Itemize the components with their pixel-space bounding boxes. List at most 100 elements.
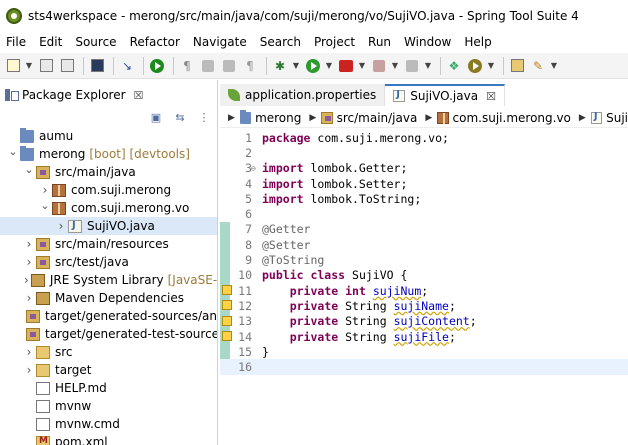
code-editor[interactable]: 1 package com.suji.merong.vo; 2 3 ⊖ import lo… [220, 130, 628, 375]
tree-item[interactable]: › JRE System Library[JavaSE-1. [0, 271, 217, 289]
tree-item[interactable]: aumu [0, 127, 217, 145]
warning-icon[interactable] [222, 330, 232, 341]
menu-source[interactable]: Source [69, 35, 123, 49]
open-type-icon[interactable] [508, 57, 526, 75]
code-line[interactable]: 15} [220, 344, 628, 360]
tree-item[interactable]: › target [0, 361, 217, 379]
new-icon[interactable] [4, 57, 22, 75]
toggle-whitespace-icon[interactable] [220, 57, 238, 75]
code-line[interactable]: 6 [220, 206, 628, 221]
tab-sujivo-java[interactable]: SujiVO.java ☒ [385, 84, 505, 106]
chevron-right-icon[interactable]: › [24, 273, 29, 287]
save-all-icon[interactable] [58, 57, 76, 75]
tree-item[interactable]: › com.suji.merong [0, 181, 217, 199]
tree-item[interactable]: › SujiVO.java [0, 217, 217, 235]
run-dropdown-icon[interactable]: ▼ [325, 57, 333, 75]
code-line[interactable]: 2 [220, 145, 628, 160]
tree-item[interactable]: target/generated-test-sources [0, 325, 217, 343]
chevron-right-icon[interactable]: › [24, 291, 34, 305]
terminal-icon[interactable] [88, 57, 106, 75]
code-line[interactable]: 14 private String sujiFile; [220, 328, 628, 345]
chevron-down-icon[interactable]: ⌄ [40, 199, 50, 212]
save-icon[interactable] [37, 57, 55, 75]
link-with-editor-icon[interactable]: ⇆ [172, 110, 188, 124]
code-line[interactable]: 10 public class SujiVO { [220, 267, 628, 283]
menu-run[interactable]: Run [362, 35, 398, 49]
search-dropdown-icon[interactable]: ▼ [550, 57, 558, 75]
menu-refactor[interactable]: Refactor [124, 35, 187, 49]
search-icon[interactable]: ✎ [529, 57, 547, 75]
code-line[interactable]: 12 private String sujiName; [220, 298, 628, 314]
menu-project[interactable]: Project [308, 35, 362, 49]
run-icon[interactable] [304, 57, 322, 75]
external-tools-icon[interactable] [337, 57, 355, 75]
toggle-block-icon[interactable] [199, 57, 217, 75]
external-tools-dropdown-icon[interactable]: ▼ [358, 57, 366, 75]
stop-dropdown-icon[interactable]: ▼ [391, 57, 399, 75]
skip-breakpoints-icon[interactable]: ↘ [118, 57, 136, 75]
tree-item[interactable]: mvnw [0, 397, 217, 415]
tree-item[interactable]: target/generated-sources/anr [0, 307, 217, 325]
boot-dashboard-icon[interactable] [148, 57, 166, 75]
tree-item[interactable]: › src [0, 343, 217, 361]
menu-window[interactable]: Window [398, 35, 458, 49]
close-icon[interactable]: ☒ [134, 89, 144, 102]
new-dropdown-icon[interactable]: ▼ [25, 57, 33, 75]
close-icon[interactable]: ☒ [486, 90, 496, 103]
chevron-right-icon[interactable]: › [40, 183, 50, 197]
breadcrumb-item-class[interactable]: Suji [606, 111, 628, 125]
tree-item[interactable]: › src/main/resources [0, 235, 217, 253]
chevron-right-icon[interactable]: › [24, 237, 34, 251]
code-line[interactable]: 5 import lombok.ToString; [220, 191, 628, 206]
code-line[interactable]: 8 @Setter [220, 237, 628, 253]
warning-icon[interactable] [222, 300, 232, 311]
breadcrumb-item-package[interactable]: com.suji.merong.vo [453, 111, 571, 125]
menu-help[interactable]: Help [458, 35, 498, 49]
chevron-right-icon[interactable]: › [56, 219, 66, 233]
pilcrow-icon[interactable]: ¶ [241, 57, 259, 75]
code-line[interactable]: 3 ⊖ import lombok.Getter; [220, 161, 628, 176]
breadcrumb-item-project[interactable]: merong [255, 111, 301, 125]
menu-file[interactable]: File [0, 35, 33, 49]
tree-item[interactable]: mvnw.cmd [0, 415, 217, 433]
code-line[interactable]: 13 private String sujiContent; [220, 313, 628, 329]
breadcrumb-item-source-folder[interactable]: src/main/java [337, 111, 418, 125]
warning-icon[interactable] [222, 284, 232, 295]
chevron-right-icon[interactable]: › [24, 345, 34, 359]
debug-dropdown-icon[interactable]: ▼ [292, 57, 300, 75]
code-line[interactable]: 11 private int sujiNum; [220, 282, 628, 299]
relaunch-dropdown-icon[interactable]: ▼ [424, 57, 432, 75]
relaunch-icon[interactable] [403, 57, 421, 75]
chevron-down-icon[interactable]: ⌄ [24, 163, 34, 176]
mark-occurrences-icon[interactable]: ¶ [178, 57, 196, 75]
tree-item[interactable]: ⌄ com.suji.merong.vo [0, 199, 217, 217]
tree-item[interactable]: ⌄ merong [boot] [devtools] [0, 145, 217, 163]
code-line[interactable]: 1 package com.suji.merong.vo; [220, 130, 628, 145]
menu-search[interactable]: Search [254, 35, 308, 49]
tree-item[interactable]: ⌄ src/main/java [0, 163, 217, 181]
package-explorer-tab[interactable]: Package Explorer ☒ [0, 84, 143, 106]
menu-navigate[interactable]: Navigate [187, 35, 254, 49]
code-line[interactable]: 9 @ToString [220, 252, 628, 268]
code-line[interactable]: 7 @Getter [220, 221, 628, 238]
tree-item[interactable]: › Maven Dependencies [0, 289, 217, 307]
warning-icon[interactable] [222, 315, 232, 326]
tree-item[interactable]: › src/test/java [0, 253, 217, 271]
code-line[interactable]: 16 [220, 359, 628, 375]
code-line[interactable]: 4 import lombok.Setter; [220, 176, 628, 191]
tree-item[interactable]: HELP.md [0, 379, 217, 397]
chevron-right-icon[interactable]: › [24, 363, 34, 377]
chevron-down-icon[interactable]: ⌄ [8, 145, 18, 158]
view-menu-icon[interactable]: ⋮ [196, 110, 212, 124]
new-java-class-icon[interactable]: ❖ [445, 57, 463, 75]
new-spring-dropdown-icon[interactable]: ▼ [487, 57, 495, 75]
chevron-right-icon[interactable]: › [24, 255, 34, 269]
tab-application-properties[interactable]: application.properties [220, 84, 386, 106]
collapse-all-icon[interactable]: ▣ [148, 110, 164, 124]
menu-edit[interactable]: Edit [33, 35, 69, 49]
fold-toggle-icon[interactable]: ⊖ [251, 164, 256, 173]
tree-item[interactable]: pom.xml [0, 433, 217, 445]
new-spring-icon[interactable] [466, 57, 484, 75]
debug-icon[interactable]: ✱ [271, 57, 289, 75]
stop-icon[interactable] [370, 57, 388, 75]
